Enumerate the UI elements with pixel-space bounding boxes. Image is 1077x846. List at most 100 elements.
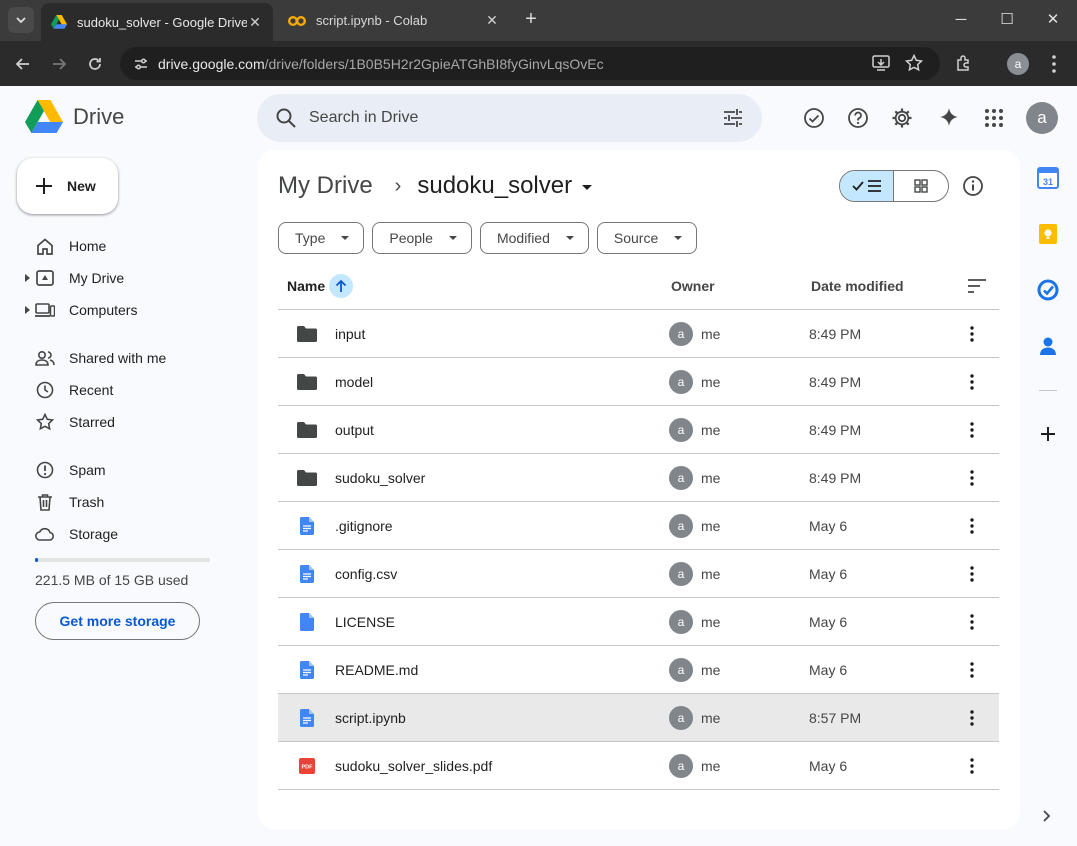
keep-icon[interactable]: [1036, 222, 1060, 246]
new-button[interactable]: New: [17, 158, 118, 214]
browser-tab-drive[interactable]: sudoku_solver - Google Drive ✕: [41, 3, 273, 41]
more-actions-icon[interactable]: [965, 516, 979, 536]
search-bar[interactable]: Search in Drive: [257, 94, 762, 142]
sidebar-item-spam[interactable]: Spam: [0, 454, 240, 486]
tab-search-button[interactable]: [8, 7, 34, 33]
expand-caret-icon[interactable]: [25, 306, 30, 314]
sort-options-icon[interactable]: [966, 276, 988, 296]
search-icon[interactable]: [275, 107, 297, 129]
sidebar-item-home[interactable]: Home: [0, 230, 240, 262]
sidebar-item-starred[interactable]: Starred: [0, 406, 240, 438]
table-row[interactable]: sudoku_solver a me 8:49 PM: [278, 454, 999, 502]
browser-menu-icon[interactable]: [1044, 53, 1064, 75]
owner-name: me: [701, 374, 721, 390]
list-view-button[interactable]: [840, 171, 895, 201]
plus-icon: [36, 178, 52, 194]
cloud-icon: [35, 524, 55, 544]
table-row[interactable]: PDF sudoku_solver_slides.pdf a me May 6: [278, 742, 999, 790]
info-icon[interactable]: [961, 174, 985, 198]
site-info-icon[interactable]: [130, 53, 152, 75]
sidebar-item-storage[interactable]: Storage: [0, 518, 240, 550]
sidebar-item-label: Starred: [69, 414, 115, 430]
help-icon[interactable]: [844, 104, 872, 132]
tasks-icon[interactable]: [1036, 278, 1060, 302]
column-date-header[interactable]: Date modified: [811, 278, 904, 294]
sidebar-item-computers[interactable]: Computers: [0, 294, 240, 326]
new-button-label: New: [67, 178, 96, 194]
file-name: sudoku_solver_slides.pdf: [335, 758, 493, 774]
back-button[interactable]: [10, 51, 36, 77]
add-icon[interactable]: [1036, 422, 1060, 446]
table-row[interactable]: model a me 8:49 PM: [278, 358, 999, 406]
breadcrumb-current-folder[interactable]: sudoku_solver: [417, 172, 572, 200]
folder-menu-dropdown-icon[interactable]: [582, 184, 593, 190]
extensions-icon[interactable]: [950, 49, 978, 77]
folder-icon: [296, 420, 318, 440]
sort-direction-button[interactable]: [329, 274, 353, 298]
more-actions-icon[interactable]: [965, 468, 979, 488]
more-actions-icon[interactable]: [965, 708, 979, 728]
more-actions-icon[interactable]: [965, 612, 979, 632]
tab-title: sudoku_solver - Google Drive: [77, 14, 247, 30]
filter-people[interactable]: People: [372, 222, 472, 254]
reload-button[interactable]: [82, 51, 108, 77]
owner-avatar: a: [669, 754, 693, 778]
side-panel-divider: [1039, 390, 1057, 391]
check-list-icon: [851, 180, 881, 192]
owner-avatar: a: [669, 466, 693, 490]
browser-profile-avatar[interactable]: a: [1007, 53, 1029, 75]
chevron-right-icon[interactable]: [1040, 806, 1054, 826]
gemini-sparkle-icon[interactable]: [935, 104, 963, 132]
calendar-icon[interactable]: 31: [1036, 166, 1060, 190]
table-row[interactable]: script.ipynb a me 8:57 PM: [278, 694, 999, 742]
contacts-icon[interactable]: [1036, 334, 1060, 358]
close-icon[interactable]: ✕: [247, 14, 263, 31]
install-app-icon[interactable]: [867, 49, 895, 77]
table-row[interactable]: input a me 8:49 PM: [278, 310, 999, 358]
document-icon: [296, 708, 318, 728]
table-row[interactable]: README.md a me May 6: [278, 646, 999, 694]
grid-view-button[interactable]: [894, 171, 948, 201]
expand-caret-icon[interactable]: [25, 274, 30, 282]
search-input[interactable]: Search in Drive: [309, 109, 418, 127]
offline-ready-icon[interactable]: [800, 104, 828, 132]
new-tab-button[interactable]: +: [520, 9, 542, 31]
get-more-storage-button[interactable]: Get more storage: [35, 602, 200, 640]
drive-logo[interactable]: Drive: [25, 100, 124, 134]
filter-type[interactable]: Type: [278, 222, 365, 254]
table-row[interactable]: config.csv a me May 6: [278, 550, 999, 598]
address-bar[interactable]: drive.google.com/drive/folders/1B0B5H2r2…: [120, 47, 940, 80]
forward-button[interactable]: [46, 51, 72, 77]
owner-avatar: a: [669, 562, 693, 586]
more-actions-icon[interactable]: [965, 324, 979, 344]
search-options-icon[interactable]: [722, 107, 744, 129]
more-actions-icon[interactable]: [965, 660, 979, 680]
close-icon[interactable]: ✕: [484, 12, 500, 29]
sidebar-item-recent[interactable]: Recent: [0, 374, 240, 406]
browser-tab-colab[interactable]: script.ipynb - Colab ✕: [278, 5, 510, 36]
more-actions-icon[interactable]: [965, 564, 979, 584]
more-actions-icon[interactable]: [965, 756, 979, 776]
maximize-icon[interactable]: ☐: [995, 8, 1019, 32]
filter-source[interactable]: Source: [596, 222, 698, 254]
bookmark-star-icon[interactable]: [900, 49, 928, 77]
filter-modified[interactable]: Modified: [479, 222, 589, 254]
sidebar-item-my-drive[interactable]: My Drive: [0, 262, 240, 294]
column-name-header[interactable]: Name: [287, 278, 325, 294]
table-row[interactable]: LICENSE a me May 6: [278, 598, 999, 646]
owner-name: me: [701, 470, 721, 486]
table-row[interactable]: .gitignore a me May 6: [278, 502, 999, 550]
gear-icon[interactable]: [888, 104, 916, 132]
date-modified: 8:57 PM: [809, 710, 862, 726]
sidebar-item-trash[interactable]: Trash: [0, 486, 240, 518]
sidebar-item-shared[interactable]: Shared with me: [0, 342, 240, 374]
owner-name: me: [701, 518, 721, 534]
table-row[interactable]: output a me 8:49 PM: [278, 406, 999, 454]
minimize-icon[interactable]: ─: [949, 8, 973, 32]
breadcrumb-my-drive[interactable]: My Drive: [278, 172, 373, 200]
owner-avatar: a: [669, 514, 693, 538]
window-close-icon[interactable]: ✕: [1041, 8, 1065, 32]
more-actions-icon[interactable]: [965, 420, 979, 440]
apps-grid-icon[interactable]: [980, 104, 1008, 132]
more-actions-icon[interactable]: [965, 372, 979, 392]
